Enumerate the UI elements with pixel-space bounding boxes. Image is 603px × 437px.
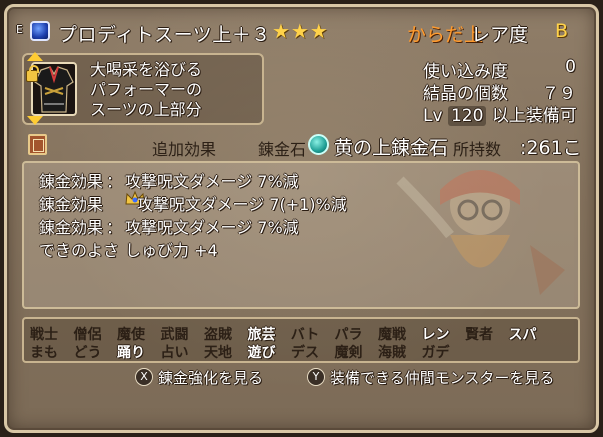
job-label: バト bbox=[290, 327, 320, 343]
level-prefix: Lv bbox=[423, 106, 443, 126]
job-label: 賢者 bbox=[465, 327, 493, 343]
job-label: 踊り bbox=[117, 345, 145, 361]
effect-row: 錬金効果：攻撃呪文ダメージ 7%減 bbox=[39, 168, 299, 192]
job-label: 魔剣 bbox=[334, 345, 363, 361]
item-description: 大喝采を浴びる パフォーマーの スーツの上部分 bbox=[90, 60, 202, 120]
job-label: レン bbox=[421, 327, 450, 343]
level-value: 120 bbox=[447, 106, 487, 126]
usage-value: 0 bbox=[565, 57, 576, 77]
arrow-down-icon[interactable] bbox=[27, 116, 43, 125]
effect-row: できのよさ しゅび力 +4 bbox=[39, 237, 218, 261]
arrow-up-icon[interactable] bbox=[27, 52, 43, 61]
item-name: プロディトスーツ上＋３ bbox=[58, 24, 271, 46]
monster-equip-hint[interactable]: 装備できる仲間モンスターを見る bbox=[330, 367, 554, 388]
job-label: まも bbox=[30, 345, 58, 361]
effect-colon: ： bbox=[106, 172, 123, 191]
job-label: 海賊 bbox=[378, 345, 406, 361]
rarity-label: レア度 bbox=[471, 24, 529, 46]
effect-label: 錬金効果 bbox=[39, 195, 104, 214]
alchemy-stone-label: 錬金石 bbox=[258, 140, 307, 159]
level-suffix: 以上装備可 bbox=[491, 106, 577, 126]
job-label: 僧侶 bbox=[73, 327, 102, 343]
job-label: 遊び bbox=[247, 345, 276, 361]
star-rating: ★★★ bbox=[272, 19, 329, 43]
description-line: 大喝采を浴びる bbox=[90, 60, 203, 79]
rarity-value: B bbox=[555, 20, 569, 42]
effect-text: 攻撃呪文ダメージ 7(+1)%減 bbox=[137, 195, 347, 214]
effect-text: 攻撃呪文ダメージ 7%減 bbox=[125, 172, 299, 191]
job-label: スパ bbox=[508, 327, 537, 343]
description-line: スーツの上部分 bbox=[90, 100, 202, 119]
job-label: デス bbox=[291, 345, 319, 361]
job-label: 旅芸 bbox=[247, 327, 276, 343]
equipped-tag: E bbox=[16, 23, 23, 36]
effect-label: 錬金効果 bbox=[39, 218, 104, 237]
extra-effect-label: 追加効果 bbox=[152, 140, 217, 159]
effect-text: 攻撃呪文ダメージ 7%減 bbox=[125, 218, 299, 237]
job-label: 魔使 bbox=[117, 327, 145, 343]
required-level: Lv 120 以上装備可 bbox=[423, 101, 577, 126]
effect-colon: ： bbox=[106, 218, 123, 237]
fairy-watermark-icon bbox=[396, 170, 565, 295]
alchemy-stone-icon bbox=[308, 134, 329, 155]
job-label: ガデ bbox=[421, 345, 450, 361]
alchemy-upgrade-hint[interactable]: 錬金強化を見る bbox=[158, 367, 263, 388]
lock-icon bbox=[26, 65, 39, 82]
job-label: 武闘 bbox=[160, 327, 189, 343]
job-label: 戦士 bbox=[30, 327, 58, 343]
job-label: パラ bbox=[334, 327, 363, 343]
book-icon[interactable] bbox=[28, 134, 47, 155]
effect-label: 錬金効果 bbox=[39, 172, 104, 191]
effect-row: 錬金効果 攻撃呪文ダメージ 7(+1)%減 bbox=[39, 191, 347, 215]
slot-gem-icon bbox=[30, 21, 50, 41]
x-button-icon[interactable]: X bbox=[135, 368, 153, 386]
job-label: 天地 bbox=[204, 345, 232, 361]
y-button-icon[interactable]: Y bbox=[307, 368, 325, 386]
effect-row: 錬金効果：攻撃呪文ダメージ 7%減 bbox=[39, 214, 299, 238]
effect-label: できのよさ bbox=[39, 241, 120, 260]
job-label: 盗賊 bbox=[204, 327, 232, 343]
description-line: パフォーマーの bbox=[90, 80, 203, 99]
job-label: 占い bbox=[160, 345, 189, 361]
effect-text: しゅび力 +4 bbox=[125, 241, 218, 260]
job-label: 魔戦 bbox=[378, 327, 406, 343]
job-label: どう bbox=[73, 345, 102, 361]
